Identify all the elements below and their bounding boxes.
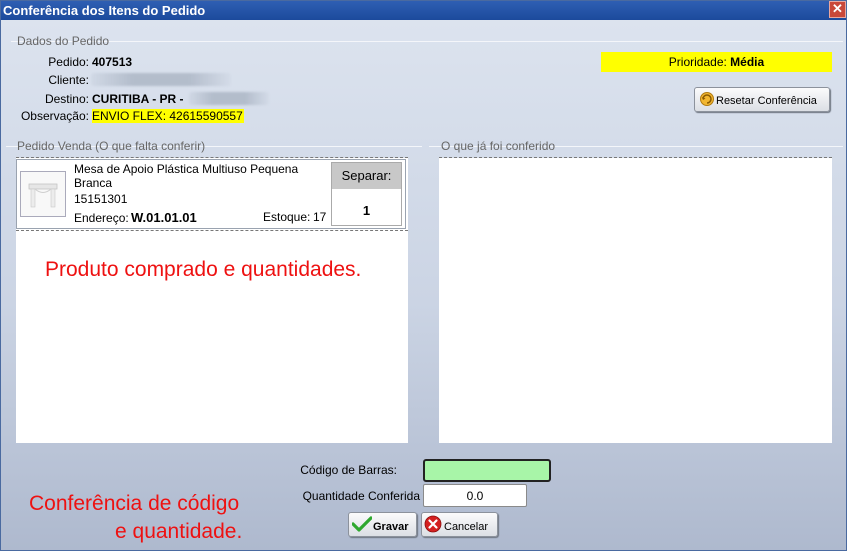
quantidade-label: Quantidade Conferida <box>302 489 420 503</box>
destino-value-redacted <box>189 92 269 105</box>
barcode-label: Código de Barras: <box>300 463 397 477</box>
cancelar-button[interactable]: Cancelar <box>421 512 498 537</box>
pedido-venda-legend: Pedido Venda (O que falta conferir) <box>17 139 206 153</box>
table-product-icon <box>28 183 58 208</box>
pedido-venda-annotation: Produto comprado e quantidades. <box>45 258 362 281</box>
checkmark-icon <box>352 516 372 532</box>
product-thumbnail <box>20 171 66 217</box>
window-title: Conferência dos Itens do Pedido <box>3 3 206 18</box>
separar-label: Separar: <box>332 163 401 189</box>
reset-icon <box>700 92 714 106</box>
endereco-value: W.01.01.01 <box>131 210 197 225</box>
destino-label: Destino: <box>44 92 89 106</box>
gravar-label: Gravar <box>373 521 409 533</box>
pedido-value: 407513 <box>92 55 133 69</box>
conferido-list[interactable] <box>439 158 832 443</box>
reset-conference-button[interactable]: Resetar Conferência <box>694 87 830 112</box>
barcode-input[interactable] <box>423 459 551 482</box>
form-annotation-line2: e quantidade. <box>115 520 243 543</box>
priority-badge: Prioridade: Média <box>601 52 832 72</box>
conferido-legend: O que já foi conferido <box>441 139 556 153</box>
quantidade-input[interactable] <box>423 484 527 507</box>
list-item[interactable]: Mesa de Apoio Plástica Multiuso Pequena … <box>16 159 406 229</box>
gravar-button[interactable]: Gravar <box>348 512 417 537</box>
form-annotation-line1: Conferência de código <box>29 492 240 515</box>
pedido-label: Pedido: <box>48 55 89 69</box>
cancel-icon <box>424 515 442 533</box>
endereco-label: Endereço: <box>74 211 129 225</box>
cancelar-label: Cancelar <box>444 521 489 533</box>
reset-conference-label: Resetar Conferência <box>716 95 817 107</box>
product-code: 15151301 <box>74 192 128 206</box>
estoque-value: 17 <box>313 210 327 224</box>
order-data-legend: Dados do Pedido <box>17 34 110 48</box>
priority-label: Prioridade: <box>668 55 727 69</box>
close-icon: ✕ <box>832 1 843 16</box>
dialog-window: Conferência dos Itens do Pedido ✕ Dados … <box>0 0 847 551</box>
destino-value: CURITIBA - PR - <box>92 92 184 106</box>
separar-box: Separar: 1 <box>331 162 402 226</box>
observacao-label: Observação: <box>20 109 89 123</box>
item-divider <box>16 230 408 231</box>
product-name-line1: Mesa de Apoio Plástica Multiuso Pequena <box>74 162 299 176</box>
title-bar[interactable]: Conferência dos Itens do Pedido ✕ <box>1 1 846 20</box>
observacao-value: ENVIO FLEX: 42615590557 <box>92 109 244 123</box>
separar-value: 1 <box>362 203 371 218</box>
estoque-label: Estoque: <box>263 210 311 224</box>
cliente-value-redacted <box>91 73 231 86</box>
priority-value: Média <box>730 55 765 69</box>
order-data-group <box>11 41 843 42</box>
cliente-label: Cliente: <box>48 73 89 87</box>
close-button[interactable]: ✕ <box>829 1 846 18</box>
product-name-line2: Branca <box>74 176 113 190</box>
